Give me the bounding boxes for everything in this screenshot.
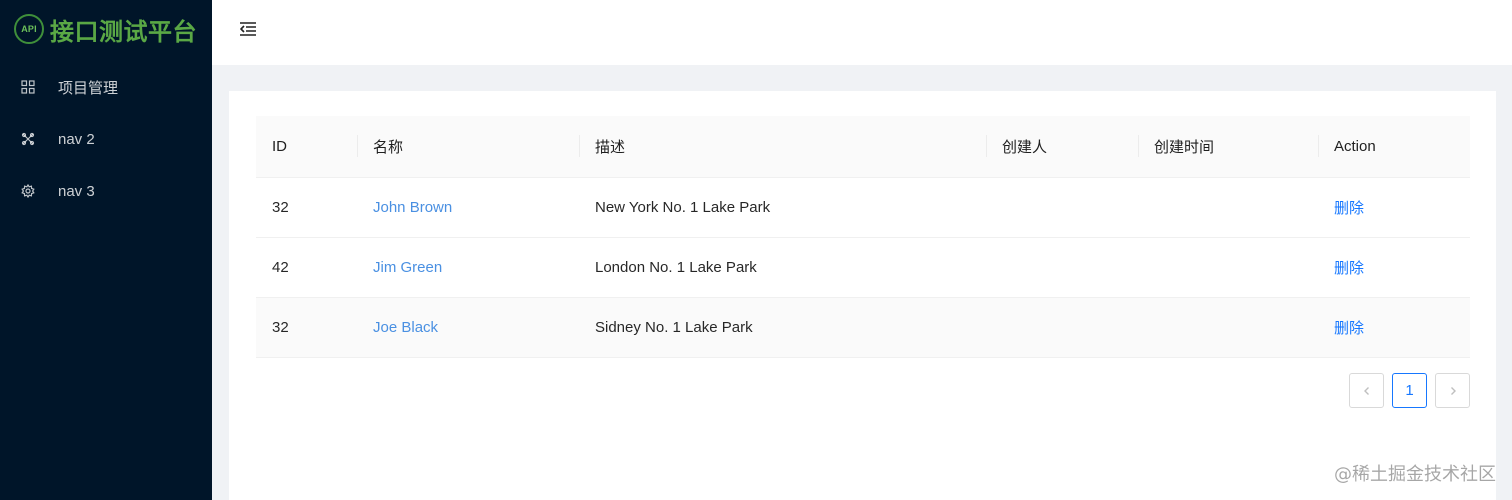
cell-created-time	[1138, 297, 1318, 358]
cell-name-link[interactable]: John Brown	[357, 177, 579, 238]
cell-creator	[986, 297, 1138, 358]
cell-description: Sidney No. 1 Lake Park	[579, 297, 986, 358]
projects-table: ID 名称 描述 创建人 创建时间 Action 32 John Brown N…	[256, 116, 1470, 358]
column-header-description: 描述	[579, 116, 986, 178]
cell-description: London No. 1 Lake Park	[579, 237, 986, 298]
prev-page-button[interactable]	[1349, 373, 1384, 408]
cell-description: New York No. 1 Lake Park	[579, 177, 986, 238]
cell-id: 42	[256, 237, 357, 298]
cell-created-time	[1138, 237, 1318, 298]
sidebar-item-label: nav 3	[58, 182, 95, 200]
cell-name-link[interactable]: Jim Green	[357, 237, 579, 298]
delete-link[interactable]: 删除	[1318, 237, 1470, 298]
sidebar-item-label: nav 2	[58, 130, 95, 148]
delete-link[interactable]: 删除	[1318, 297, 1470, 358]
delete-link[interactable]: 删除	[1318, 177, 1470, 238]
pagination: 1	[1349, 373, 1470, 408]
cell-id: 32	[256, 177, 357, 238]
cell-name-link[interactable]: Joe Black	[357, 297, 579, 358]
sidebar-item-project-management[interactable]: 项目管理	[0, 67, 212, 107]
cell-creator	[986, 237, 1138, 298]
sidebar-item-label: 项目管理	[58, 79, 119, 97]
column-header-creator: 创建人	[986, 116, 1138, 178]
column-header-id: ID	[256, 116, 357, 178]
cell-created-time	[1138, 177, 1318, 238]
content-panel: ID 名称 描述 创建人 创建时间 Action 32 John Brown N…	[229, 91, 1496, 500]
sidebar-item-nav-3[interactable]: nav 3	[0, 171, 212, 211]
column-header-created-time: 创建时间	[1138, 116, 1318, 178]
sidebar-item-nav-2[interactable]: nav 2	[0, 119, 212, 159]
chevron-left-icon	[1363, 386, 1369, 395]
cell-id: 32	[256, 297, 357, 358]
table-row[interactable]: 32 Joe Black Sidney No. 1 Lake Park 删除	[256, 297, 1470, 358]
table-header-row: ID 名称 描述 创建人 创建时间 Action	[256, 116, 1470, 178]
column-header-action: Action	[1318, 116, 1470, 178]
top-header	[212, 0, 1512, 65]
logo-title: 接口测试平台	[50, 17, 197, 46]
chevron-right-icon	[1450, 386, 1456, 395]
next-page-button[interactable]	[1435, 373, 1470, 408]
cell-creator	[986, 177, 1138, 238]
column-header-name: 名称	[357, 116, 579, 178]
table-row[interactable]: 42 Jim Green London No. 1 Lake Park 删除	[256, 237, 1470, 298]
sidebar: API 接口测试平台 项目管理 nav 2 nav 3	[0, 0, 212, 500]
page-number-button[interactable]: 1	[1392, 373, 1427, 408]
video-icon	[20, 131, 36, 147]
watermark: @稀土掘金技术社区	[1334, 464, 1496, 485]
table-row[interactable]: 32 John Brown New York No. 1 Lake Park 删…	[256, 177, 1470, 238]
appstore-icon	[20, 79, 36, 95]
setting-icon	[20, 183, 36, 199]
menu-fold-icon[interactable]	[236, 17, 260, 41]
logo[interactable]: API 接口测试平台	[14, 12, 197, 46]
api-logo-icon: API	[14, 14, 44, 44]
